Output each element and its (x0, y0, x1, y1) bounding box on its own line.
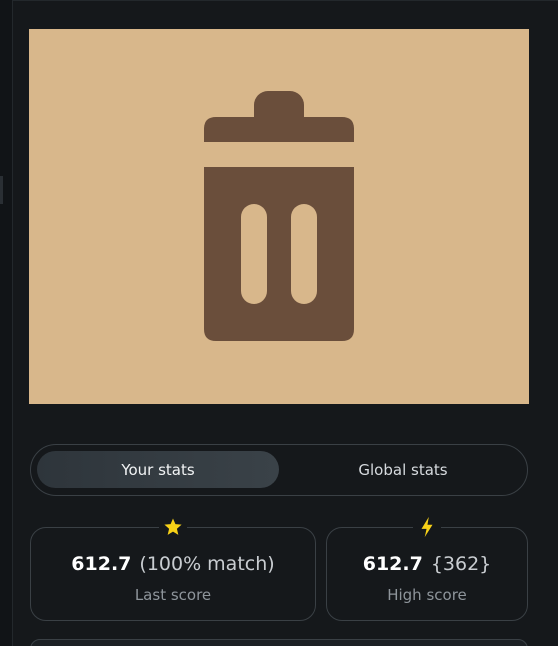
left-sidebar-strip (0, 0, 12, 646)
tab-your-stats[interactable]: Your stats (37, 451, 279, 488)
stats-toggle: Your stats Global stats (30, 444, 528, 496)
last-score-match: (100% match) (139, 553, 275, 575)
tab-global-stats-label: Global stats (358, 460, 448, 479)
last-score-card: 612.7 (100% match) Last score (30, 515, 316, 621)
tab-your-stats-label: Your stats (121, 460, 195, 479)
tab-global-stats[interactable]: Global stats (285, 451, 521, 488)
lightning-icon (413, 515, 441, 539)
high-score-value: 612.7 (362, 553, 423, 575)
last-score-value: 612.7 (71, 553, 132, 575)
high-score-card: 612.7 {362} High score (326, 515, 528, 621)
bottom-panel-edge (30, 639, 528, 646)
sidebar-tick (0, 176, 3, 204)
high-score-label: High score (387, 586, 467, 604)
image-preview (29, 29, 529, 404)
high-score-count: {362} (430, 553, 492, 575)
star-icon (159, 515, 187, 539)
last-score-label: Last score (134, 586, 212, 604)
trash-can-icon (204, 91, 354, 341)
